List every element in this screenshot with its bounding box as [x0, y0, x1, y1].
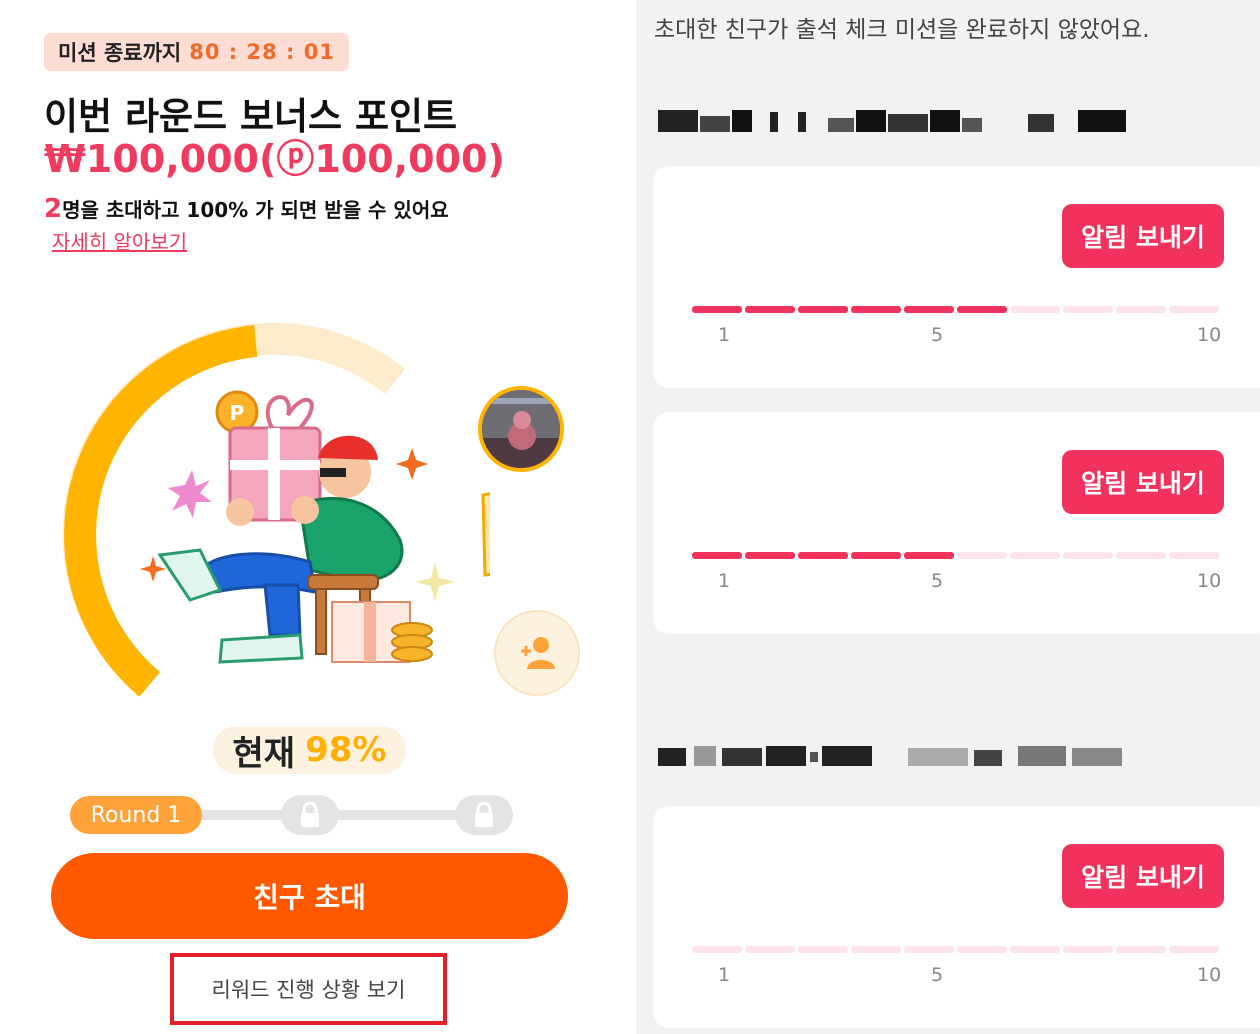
- progress-segment: [798, 946, 848, 953]
- progress-tick-label: 10: [1197, 964, 1222, 986]
- round-1-badge[interactable]: Round 1: [70, 796, 202, 834]
- round-track: [190, 810, 490, 820]
- progress-segment: [1010, 306, 1060, 313]
- progress-segment: [745, 306, 795, 313]
- progress-segment: [745, 552, 795, 559]
- progress-segment: [692, 306, 742, 313]
- progress-tick-label: 10: [1197, 570, 1222, 592]
- progress-segment: [798, 552, 848, 559]
- current-progress: 현재 98%: [213, 726, 406, 774]
- progress-tick-label: 1: [718, 324, 731, 346]
- progress-segment: [1116, 946, 1166, 953]
- progress-segment: [851, 306, 901, 313]
- progress-segment: [798, 306, 848, 313]
- invite-friend-button[interactable]: 친구 초대: [51, 853, 568, 939]
- progress-segment: [692, 552, 742, 559]
- progress-segment: [1063, 552, 1113, 559]
- friend-avatar[interactable]: [478, 386, 564, 472]
- avatar-image: [482, 390, 560, 468]
- progress-tick-label: 5: [931, 964, 944, 986]
- progress-gauge: P: [62, 322, 490, 697]
- mission-notice: 초대한 친구가 출석 체크 미션을 완료하지 않았어요.: [654, 17, 1150, 43]
- progress-segment: [851, 946, 901, 953]
- progress-segment: [1116, 552, 1166, 559]
- add-user-icon: [521, 637, 555, 669]
- friend-card: 알림 보내기 1 5 10: [653, 166, 1260, 388]
- mission-timer: 미션 종료까지 80 : 28 : 01: [44, 33, 349, 71]
- gift-illustration: P: [140, 390, 490, 664]
- reward-progress-link[interactable]: 리워드 진행 상황 보기: [170, 953, 447, 1025]
- locked-round-2: [281, 795, 339, 835]
- add-friend-button[interactable]: [494, 610, 580, 696]
- progress-segment: [957, 552, 1007, 559]
- current-value: 98%: [305, 730, 387, 770]
- progress-tick-label: 5: [931, 570, 944, 592]
- progress-segment: [957, 306, 1007, 313]
- progress-segment: [957, 946, 1007, 953]
- timer-label: 미션 종료까지: [58, 41, 182, 65]
- redacted-text: [658, 110, 1126, 132]
- invite-requirement-text: 명을 초대하고 100% 가 되면 받을 수 있어요: [62, 198, 449, 222]
- progress-segment: [1116, 306, 1166, 313]
- mission-panel: 미션 종료까지 80 : 28 : 01 이번 라운드 보너스 포인트 ₩100…: [0, 0, 636, 1034]
- progress-tick-label: 10: [1197, 324, 1222, 346]
- progress-segment: [745, 946, 795, 953]
- redacted-text: [658, 746, 1122, 766]
- progress-segment: [1063, 946, 1113, 953]
- friends-panel: 초대한 친구가 출석 체크 미션을 완료하지 않았어요. 알림 보내기 1 5 10 알…: [636, 0, 1260, 1034]
- progress-segment: [1010, 552, 1060, 559]
- lock-icon: [301, 802, 319, 827]
- timer-value: 80 : 28 : 01: [189, 40, 335, 64]
- progress-segment: [1169, 552, 1219, 559]
- invite-count: 2: [44, 194, 63, 224]
- friend-card: 알림 보내기 1 5 10: [653, 806, 1260, 1028]
- send-reminder-button[interactable]: 알림 보내기: [1062, 204, 1224, 268]
- progress-segment: [851, 552, 901, 559]
- progress-segment: [904, 552, 954, 559]
- progress-segment: [904, 946, 954, 953]
- progress-segment: [1169, 306, 1219, 313]
- progress-segment: [1063, 306, 1113, 313]
- send-reminder-button[interactable]: 알림 보내기: [1062, 450, 1224, 514]
- svg-text:P: P: [230, 401, 245, 425]
- invite-requirement: 2명을 초대하고 100% 가 되면 받을 수 있어요: [44, 194, 449, 224]
- progress-segment: [692, 946, 742, 953]
- progress-segment: [904, 306, 954, 313]
- progress-tick-label: 5: [931, 324, 944, 346]
- learn-more-link[interactable]: 자세히 알아보기: [52, 226, 187, 255]
- progress-segment: [1010, 946, 1060, 953]
- progress-tick-label: 1: [718, 964, 731, 986]
- lock-icon: [475, 802, 493, 827]
- bonus-amount: ₩100,000(ⓟ100,000): [44, 137, 505, 181]
- send-reminder-button[interactable]: 알림 보내기: [1062, 844, 1224, 908]
- progress-segment: [1169, 946, 1219, 953]
- friend-card: 알림 보내기 1 5 10: [653, 412, 1260, 634]
- locked-round-3: [455, 795, 513, 835]
- current-label: 현재: [232, 733, 296, 774]
- progress-tick-label: 1: [718, 570, 731, 592]
